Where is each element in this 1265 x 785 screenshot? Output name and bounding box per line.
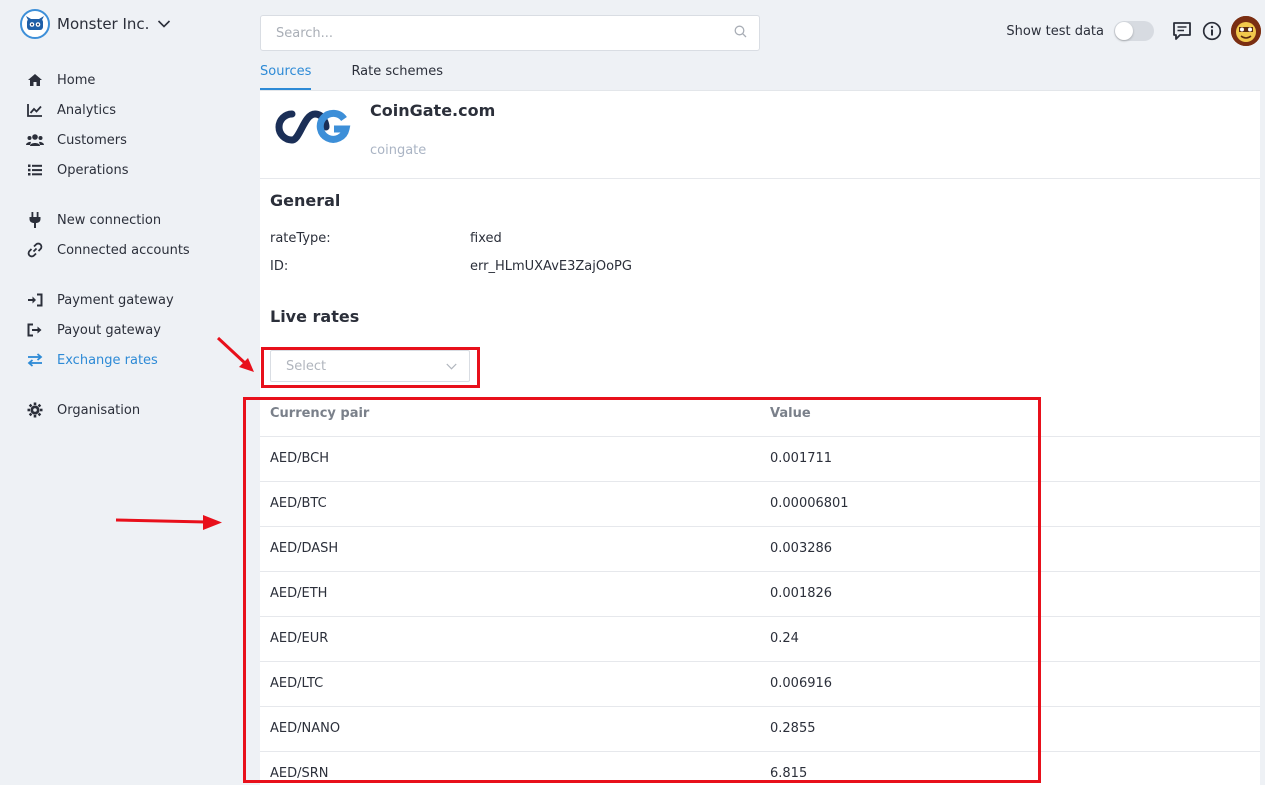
avatar[interactable] — [1231, 16, 1261, 46]
gear-icon — [26, 401, 44, 419]
sidebar-item-label: Exchange rates — [57, 352, 158, 368]
sidebar-item-payment-gateway[interactable]: Payment gateway — [26, 289, 174, 311]
info-icon[interactable] — [1200, 19, 1224, 43]
column-header-pair[interactable]: Currency pair — [270, 406, 369, 421]
general-row-ratetype: rateType: fixed — [270, 231, 502, 246]
exchange-icon — [26, 351, 44, 369]
test-data-label: Show test data — [1006, 23, 1104, 39]
sidebar-item-operations[interactable]: Operations — [26, 159, 128, 181]
search-icon[interactable] — [734, 25, 747, 42]
feedback-icon[interactable] — [1170, 19, 1194, 43]
chart-line-icon — [26, 101, 44, 119]
test-data-toggle[interactable] — [1114, 21, 1154, 41]
table-row: AED/EUR 0.24 — [260, 617, 1260, 662]
table-row: AED/BTC 0.00006801 — [260, 482, 1260, 527]
org-switcher[interactable]: Monster Inc. — [20, 9, 171, 39]
monster-logo-icon — [20, 9, 50, 39]
sidebar-item-home[interactable]: Home — [26, 69, 95, 91]
table-header: Currency pair Value — [260, 392, 1260, 437]
table-row: AED/ETH 0.001826 — [260, 572, 1260, 617]
cell-pair: AED/BTC — [270, 496, 327, 511]
sidebar: Monster Inc. Home Analytics Customers Op… — [0, 0, 245, 785]
select-placeholder: Select — [286, 358, 327, 374]
table-row: AED/DASH 0.003286 — [260, 527, 1260, 572]
sidebar-item-connected-accounts[interactable]: Connected accounts — [26, 239, 190, 261]
sidebar-item-customers[interactable]: Customers — [26, 129, 127, 151]
tab-bar: Sources Rate schemes — [260, 60, 443, 90]
home-icon — [26, 71, 44, 89]
live-rates-title: Live rates — [270, 307, 360, 326]
chevron-down-icon — [446, 359, 457, 374]
cell-value: 0.2855 — [770, 721, 816, 736]
list-icon — [26, 161, 44, 179]
general-title: General — [270, 191, 341, 210]
arrow-icon — [115, 515, 222, 530]
cell-pair: AED/NANO — [270, 721, 341, 736]
table-row: AED/LTC 0.006916 — [260, 662, 1260, 707]
sidebar-item-new-connection[interactable]: New connection — [26, 209, 161, 231]
general-value: fixed — [470, 231, 502, 246]
general-row-id: ID: err_HLmUXAvE3ZajOoPG — [270, 259, 632, 274]
sidebar-item-exchange-rates[interactable]: Exchange rates — [26, 349, 158, 371]
currency-select[interactable]: Select — [270, 350, 470, 382]
general-key: rateType: — [270, 231, 331, 246]
cell-pair: AED/DASH — [270, 541, 339, 556]
cell-pair: AED/SRN — [270, 766, 329, 781]
top-actions: Show test data — [1006, 15, 1261, 47]
link-icon — [26, 241, 44, 259]
cell-pair: AED/BCH — [270, 451, 330, 466]
sidebar-item-label: New connection — [57, 212, 162, 228]
source-slug: coingate — [370, 143, 427, 158]
cell-value: 0.001711 — [770, 451, 833, 466]
users-icon — [26, 131, 44, 149]
general-value: err_HLmUXAvE3ZajOoPG — [470, 259, 632, 274]
sign-out-icon — [26, 321, 44, 339]
sidebar-item-organisation[interactable]: Organisation — [26, 399, 140, 421]
search-input[interactable] — [276, 25, 734, 41]
chevron-down-icon — [157, 19, 171, 29]
cell-pair: AED/ETH — [270, 586, 328, 601]
cell-value: 0.006916 — [770, 676, 833, 691]
sign-in-icon — [26, 291, 44, 309]
cell-pair: AED/EUR — [270, 631, 329, 646]
sidebar-item-label: Operations — [57, 162, 129, 178]
source-name: CoinGate.com — [370, 101, 496, 120]
general-key: ID: — [270, 259, 289, 274]
plug-icon — [26, 211, 44, 229]
cell-pair: AED/LTC — [270, 676, 324, 691]
sidebar-item-label: Connected accounts — [57, 242, 190, 258]
table-row: AED/NANO 0.2855 — [260, 707, 1260, 752]
sidebar-item-analytics[interactable]: Analytics — [26, 99, 116, 121]
sidebar-item-label: Payout gateway — [57, 322, 161, 338]
tab-sources[interactable]: Sources — [260, 60, 312, 90]
toggle-knob — [1115, 22, 1133, 40]
sidebar-item-label: Analytics — [57, 102, 117, 118]
sidebar-item-payout-gateway[interactable]: Payout gateway — [26, 319, 161, 341]
sidebar-item-label: Home — [57, 72, 96, 88]
cell-value: 0.00006801 — [770, 496, 849, 511]
sidebar-item-label: Customers — [57, 132, 127, 148]
table-row: AED/BCH 0.001711 — [260, 437, 1260, 482]
coingate-logo-icon — [270, 105, 352, 153]
tab-rate-schemes[interactable]: Rate schemes — [351, 60, 443, 90]
sidebar-item-label: Payment gateway — [57, 292, 174, 308]
rates-table: Currency pair Value AED/BCH 0.001711 AED/… — [260, 392, 1260, 785]
search-box — [260, 15, 760, 51]
source-header: CoinGate.com coingate — [260, 91, 1260, 179]
source-detail-panel: CoinGate.com coingate General rateType: … — [260, 90, 1260, 785]
cell-value: 6.815 — [770, 766, 808, 781]
column-header-value[interactable]: Value — [770, 406, 811, 421]
arrow-icon — [216, 336, 254, 372]
cell-value: 0.003286 — [770, 541, 833, 556]
org-name: Monster Inc. — [57, 15, 150, 33]
table-row: AED/SRN 6.815 — [260, 752, 1260, 785]
sidebar-item-label: Organisation — [57, 402, 141, 418]
cell-value: 0.001826 — [770, 586, 833, 601]
cell-value: 0.24 — [770, 631, 799, 646]
